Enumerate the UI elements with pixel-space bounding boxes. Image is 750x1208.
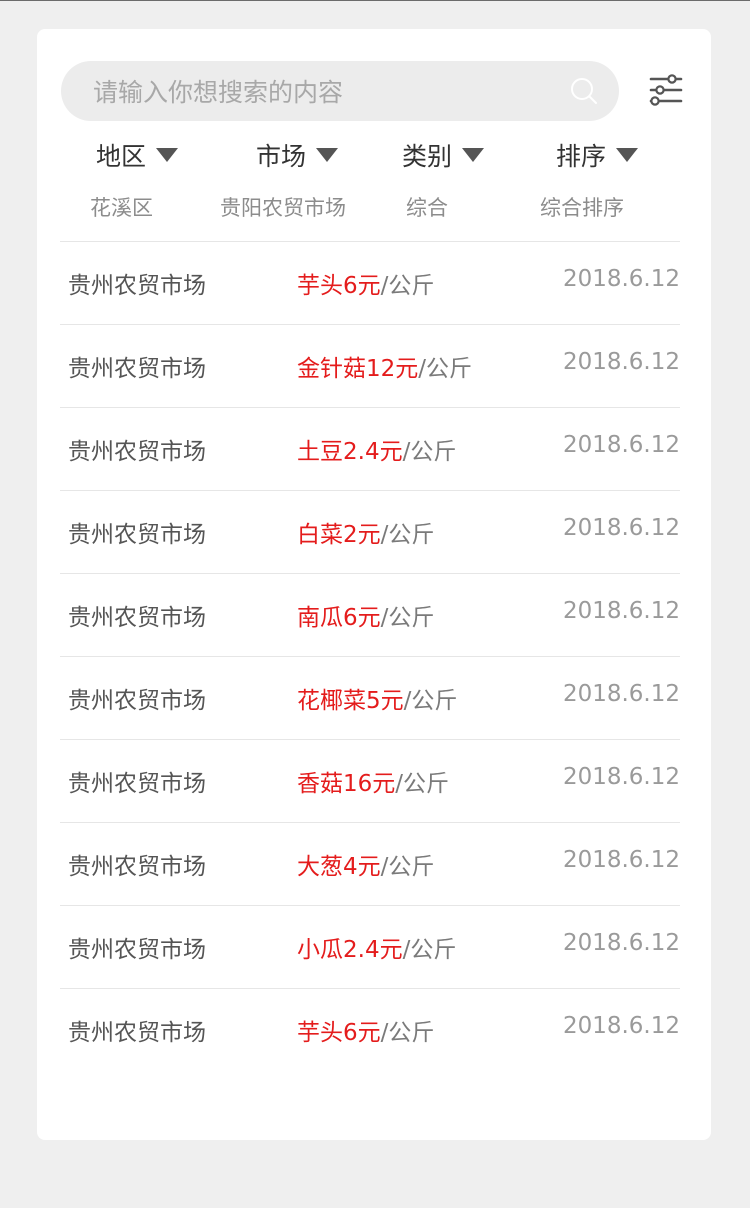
filter-region-label[interactable]: 地区 (96, 137, 146, 173)
list-item[interactable]: 贵州农贸市场 小瓜2.4元/公斤 2018.6.12 (60, 905, 680, 988)
status-divider (0, 0, 750, 1)
market-name: 贵州农贸市场 (68, 854, 206, 880)
price-unit: /公斤 (403, 688, 458, 714)
filter-sort-label[interactable]: 排序 (556, 137, 606, 173)
date-text: 2018.6.12 (562, 598, 680, 624)
price-value: 香菇16元 (297, 771, 396, 797)
date-text: 2018.6.12 (562, 847, 680, 873)
list-item[interactable]: 贵州农贸市场 香菇16元/公斤 2018.6.12 (60, 739, 680, 822)
list-item[interactable]: 贵州农贸市场 白菜2元/公斤 2018.6.12 (60, 490, 680, 573)
filter-market-value: 贵阳农贸市场 (220, 196, 346, 220)
filter-sort-value: 综合排序 (540, 196, 624, 220)
market-name: 贵州农贸市场 (68, 439, 206, 465)
market-name: 贵州农贸市场 (68, 771, 206, 797)
list-item[interactable]: 贵州农贸市场 花椰菜5元/公斤 2018.6.12 (60, 656, 680, 739)
price-value: 芋头6元 (297, 1020, 381, 1046)
list-item[interactable]: 贵州农贸市场 芋头6元/公斤 2018.6.12 (60, 988, 680, 1071)
filter-category-label[interactable]: 类别 (402, 137, 452, 173)
price-value: 土豆2.4元 (297, 439, 403, 465)
price-unit: /公斤 (402, 937, 457, 963)
date-text: 2018.6.12 (562, 432, 680, 458)
price-value: 大葱4元 (297, 854, 381, 880)
price-text: 南瓜6元/公斤 (297, 598, 434, 632)
list-item[interactable]: 贵州农贸市场 大葱4元/公斤 2018.6.12 (60, 822, 680, 905)
date-text: 2018.6.12 (562, 764, 680, 790)
triangle-down-icon[interactable] (156, 148, 179, 162)
price-text: 芋头6元/公斤 (297, 266, 434, 300)
date-text: 2018.6.12 (562, 349, 680, 375)
market-name: 贵州农贸市场 (68, 688, 206, 714)
market-name: 贵州农贸市场 (68, 1020, 206, 1046)
search-icon[interactable] (569, 76, 599, 106)
price-unit: /公斤 (402, 439, 457, 465)
price-value: 花椰菜5元 (297, 688, 404, 714)
price-text: 芋头6元/公斤 (297, 1013, 434, 1047)
market-name: 贵州农贸市场 (68, 605, 206, 631)
market-name: 贵州农贸市场 (68, 937, 206, 963)
price-value: 南瓜6元 (297, 605, 381, 631)
price-text: 大葱4元/公斤 (297, 847, 434, 881)
price-unit: /公斤 (380, 522, 435, 548)
price-text: 花椰菜5元/公斤 (297, 681, 457, 715)
price-unit: /公斤 (380, 854, 435, 880)
price-text: 土豆2.4元/公斤 (297, 432, 456, 466)
price-unit: /公斤 (380, 273, 435, 299)
list-item[interactable]: 贵州农贸市场 芋头6元/公斤 2018.6.12 (60, 241, 680, 324)
list-item[interactable]: 贵州农贸市场 土豆2.4元/公斤 2018.6.12 (60, 407, 680, 490)
price-text: 小瓜2.4元/公斤 (297, 930, 456, 964)
market-name: 贵州农贸市场 (68, 356, 206, 382)
date-text: 2018.6.12 (562, 515, 680, 541)
price-value: 芋头6元 (297, 273, 381, 299)
price-unit: /公斤 (418, 356, 473, 382)
price-value: 白菜2元 (297, 522, 381, 548)
price-unit: /公斤 (380, 605, 435, 631)
filter-category-value: 综合 (406, 196, 448, 220)
price-unit: /公斤 (395, 771, 450, 797)
price-text: 金针菇12元/公斤 (297, 349, 472, 383)
price-value: 小瓜2.4元 (297, 937, 403, 963)
filter-region-value: 花溪区 (90, 196, 153, 220)
price-value: 金针菇12元 (297, 356, 419, 382)
market-name: 贵州农贸市场 (68, 273, 206, 299)
price-unit: /公斤 (380, 1020, 435, 1046)
list-item[interactable]: 贵州农贸市场 南瓜6元/公斤 2018.6.12 (60, 573, 680, 656)
filter-settings-icon[interactable] (649, 73, 683, 107)
triangle-down-icon[interactable] (316, 148, 339, 162)
price-list: 贵州农贸市场 芋头6元/公斤 2018.6.12 贵州农贸市场 金针菇12元/公… (60, 241, 680, 1071)
date-text: 2018.6.12 (562, 266, 680, 292)
list-item[interactable]: 贵州农贸市场 金针菇12元/公斤 2018.6.12 (60, 324, 680, 407)
search-input[interactable] (91, 61, 565, 123)
filter-market-label[interactable]: 市场 (256, 137, 306, 173)
price-text: 白菜2元/公斤 (297, 515, 434, 549)
triangle-down-icon[interactable] (616, 148, 639, 162)
triangle-down-icon[interactable] (462, 148, 485, 162)
search-bar[interactable] (61, 61, 619, 123)
date-text: 2018.6.12 (562, 930, 680, 956)
market-name: 贵州农贸市场 (68, 522, 206, 548)
price-text: 香菇16元/公斤 (297, 764, 449, 798)
date-text: 2018.6.12 (562, 1013, 680, 1039)
content-card: 地区 花溪区 市场 贵阳农贸市场 类别 综合 排序 综合排序 贵州农贸市场 芋头… (37, 29, 711, 1140)
date-text: 2018.6.12 (562, 681, 680, 707)
